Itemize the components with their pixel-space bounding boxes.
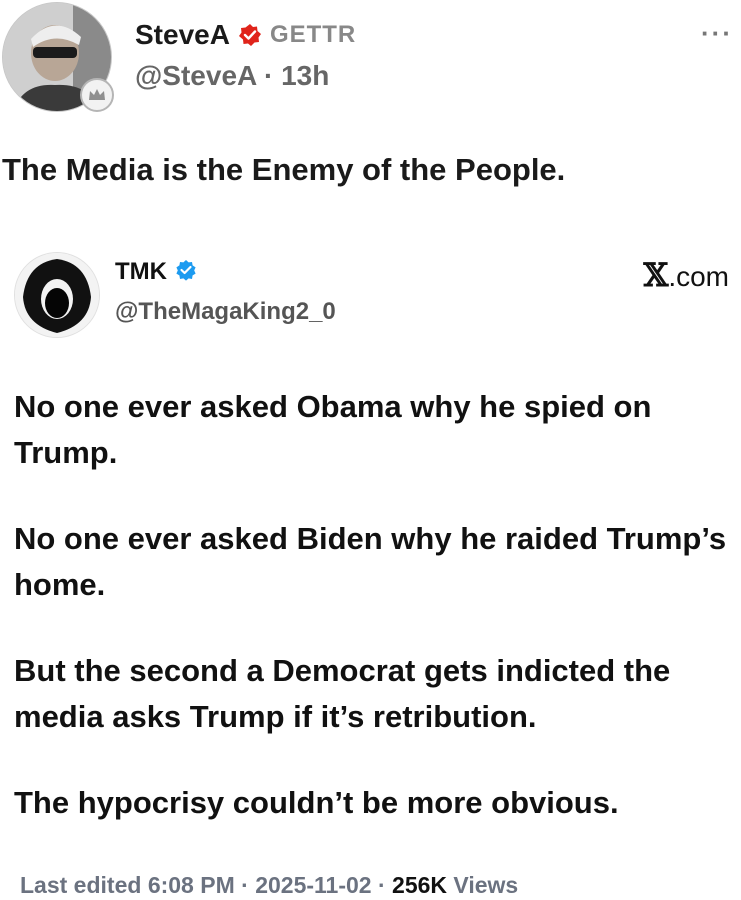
post-text: The Media is the Enemy of the People. — [2, 152, 566, 187]
views-count: 256K — [392, 872, 448, 898]
meta-separator: · — [241, 872, 249, 898]
quoted-paragraph: The hypocrisy couldn’t be more obvious. — [14, 785, 619, 820]
post-time[interactable]: 13h — [281, 60, 329, 91]
hooded-figure-icon — [15, 253, 99, 337]
quoted-post-card[interactable]: TMK @TheMagaKing2_0 𝕏.com No one ever as… — [0, 226, 741, 900]
quoted-author-avatar[interactable] — [14, 252, 100, 338]
quoted-post-body: No one ever asked Obama why he spied on … — [14, 384, 729, 866]
quoted-paragraph: No one ever asked Obama why he spied on … — [14, 389, 652, 470]
quoted-paragraph: But the second a Democrat gets indicted … — [14, 653, 671, 734]
post-timestamp: 6:08 PM — [147, 872, 235, 898]
post-header: SteveA GETTR @SteveA · 13h ··· — [0, 0, 741, 130]
crown-badge-icon — [80, 78, 114, 112]
verified-badge-icon — [175, 259, 197, 286]
post-date: 2025-11-02 — [255, 872, 372, 898]
author-handle[interactable]: @SteveA — [135, 60, 256, 91]
gettr-check-icon — [238, 23, 262, 47]
author-name[interactable]: SteveA — [135, 19, 230, 51]
views-label: Views — [453, 872, 519, 898]
quoted-paragraph: No one ever asked Biden why he raided Tr… — [14, 521, 727, 602]
platform-label: GETTR — [269, 21, 357, 48]
source-domain: .com — [668, 261, 729, 292]
x-logo-icon: 𝕏 — [643, 256, 669, 294]
author-handle-row: @SteveA · 13h — [135, 60, 329, 92]
edited-label[interactable]: Last edited — [20, 872, 141, 898]
meta-separator: · — [377, 872, 386, 898]
more-options-button[interactable]: ··· — [701, 18, 733, 49]
quoted-post-meta: Last edited 6:08 PM · 2025-11-02 · 256K … — [20, 872, 518, 899]
quoted-name-row: TMK — [115, 258, 197, 286]
quoted-author-handle[interactable]: @TheMagaKing2_0 — [115, 298, 336, 326]
source-link[interactable]: 𝕏.com — [643, 256, 729, 294]
handle-separator: · — [263, 60, 274, 91]
author-name-row: SteveA GETTR — [135, 17, 356, 53]
quoted-author-name[interactable]: TMK — [115, 258, 167, 286]
